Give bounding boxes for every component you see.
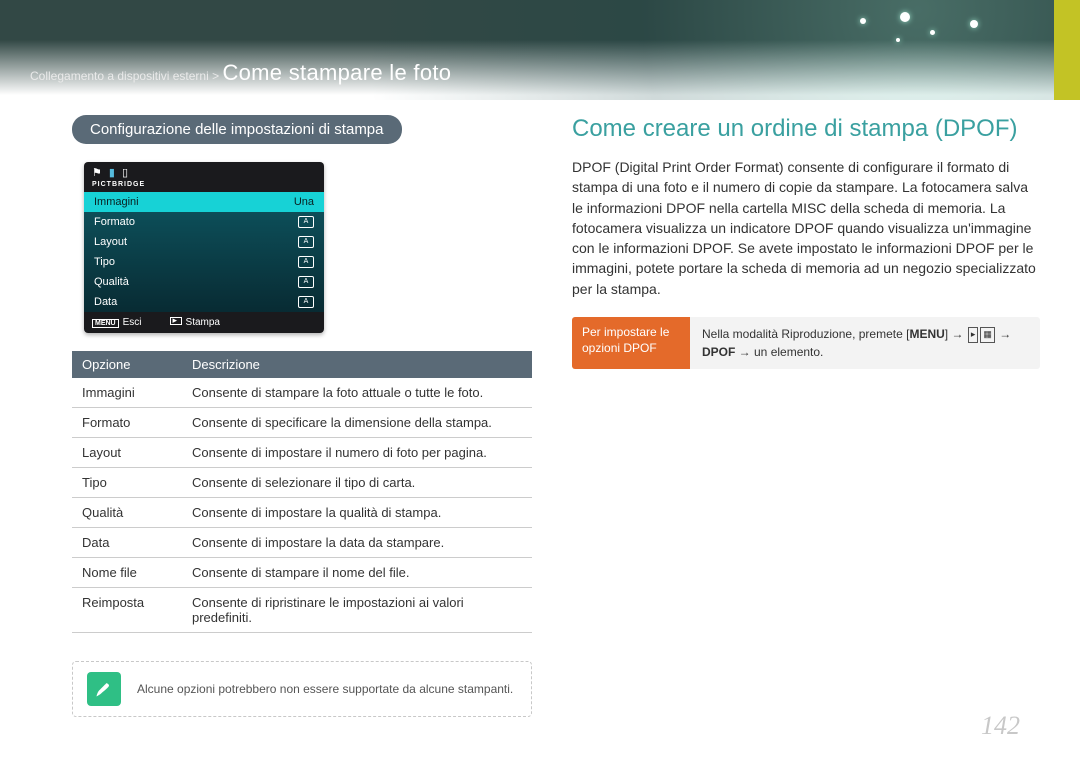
table-row: DataConsente di impostare la data da sta…	[72, 528, 532, 558]
cam-row-selected: Immagini Una	[84, 192, 324, 212]
table-row: Nome fileConsente di stampare il nome de…	[72, 558, 532, 588]
options-table: Opzione Descrizione ImmaginiConsente di …	[72, 351, 532, 633]
table-row: FormatoConsente di specificare la dimens…	[72, 408, 532, 438]
breadcrumb-path: Collegamento a dispositivi esterni >	[30, 69, 219, 83]
pictbridge-label: PICTBRIDGE	[92, 181, 316, 188]
table-row: LayoutConsente di impostare il numero di…	[72, 438, 532, 468]
right-heading: Come creare un ordine di stampa (DPOF)	[572, 115, 1040, 143]
page-number: 142	[981, 711, 1020, 741]
right-body: DPOF (Digital Print Order Format) consen…	[572, 157, 1040, 299]
cam-row: LayoutA	[84, 232, 324, 252]
note-box: Alcune opzioni potrebbero non essere sup…	[72, 661, 532, 717]
page-title: Come stampare le foto	[222, 60, 451, 85]
cam-row: FormatoA	[84, 212, 324, 232]
callout: Per impostare le opzioni DPOF Nella moda…	[572, 317, 1040, 369]
decorative-sparkles	[840, 8, 1040, 68]
callout-label: Per impostare le opzioni DPOF	[572, 317, 690, 369]
cam-row: TipoA	[84, 252, 324, 272]
section-pill: Configurazione delle impostazioni di sta…	[72, 115, 402, 144]
th-description: Descrizione	[182, 351, 532, 378]
cam-row: DataA	[84, 292, 324, 312]
table-row: TipoConsente di selezionare il tipo di c…	[72, 468, 532, 498]
camera-screen-mock: ⚑ ▮ ▯ PICTBRIDGE Immagini Una FormatoA L…	[84, 162, 324, 333]
pen-icon	[87, 672, 121, 706]
pictbridge-icon: ⚑ ▮ ▯	[92, 166, 316, 179]
breadcrumb: Collegamento a dispositivi esterni > Com…	[30, 60, 451, 86]
cam-row: QualitàA	[84, 272, 324, 292]
page-edge-tab	[1054, 0, 1080, 100]
th-option: Opzione	[72, 351, 182, 378]
note-text: Alcune opzioni potrebbero non essere sup…	[137, 682, 513, 696]
table-row: ReimpostaConsente di ripristinare le imp…	[72, 588, 532, 633]
callout-steps: Nella modalità Riproduzione, premete [ME…	[690, 317, 1040, 369]
table-row: ImmaginiConsente di stampare la foto att…	[72, 378, 532, 408]
table-row: QualitàConsente di impostare la qualità …	[72, 498, 532, 528]
